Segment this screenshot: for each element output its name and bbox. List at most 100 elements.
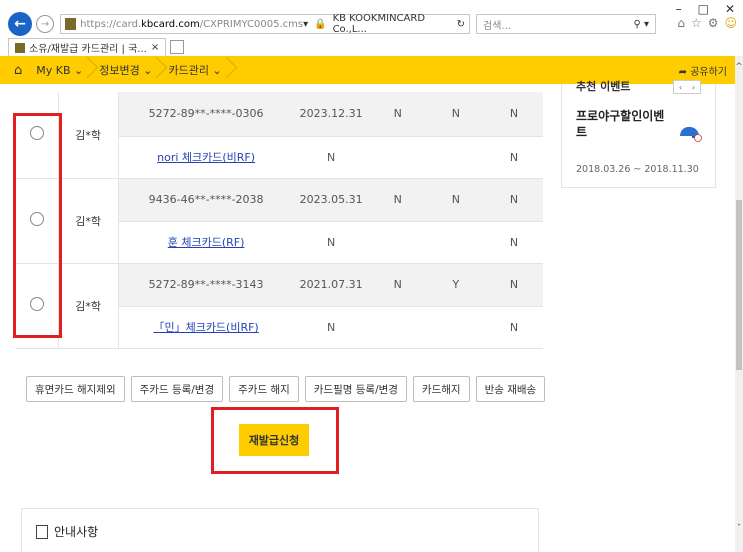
table-row: 김*학 5272-89**-****-3143 2021.07.31 N Y N xyxy=(16,263,543,349)
card-action-buttons: 휴면카드 해지제외 주카드 등록/변경 주카드 해지 카드필명 등록/변경 카드… xyxy=(26,376,546,402)
card-product-cell: 훈 체크카드(RF) xyxy=(118,221,294,264)
notice-header[interactable]: 안내사항 xyxy=(36,523,98,540)
url-host: kbcard.com xyxy=(141,18,200,30)
card-number: 5272-89**-****-0306 xyxy=(118,92,294,137)
breadcrumb-label: 정보변경 xyxy=(99,64,140,77)
favorites-star-icon[interactable]: ☆ xyxy=(691,16,702,30)
breadcrumb-info-change[interactable]: 정보변경 ⌄ xyxy=(95,56,164,84)
share-label: 공유하기 xyxy=(690,66,727,78)
prev-arrow-icon[interactable]: ‹ xyxy=(679,83,682,92)
tab-close-icon[interactable]: × xyxy=(151,42,159,53)
card-flag xyxy=(368,136,427,179)
card-number: 5272-89**-****-3143 xyxy=(118,263,294,307)
card-product-cell: nori 체크카드(비RF) xyxy=(118,136,294,179)
search-placeholder: 검색... xyxy=(483,20,511,32)
card-number: 9436-46**-****-2038 xyxy=(118,178,294,222)
card-flag: N xyxy=(484,221,543,264)
new-tab-icon[interactable] xyxy=(170,40,185,54)
search-icon[interactable]: ⚲ ▾ xyxy=(633,19,649,30)
tab-favicon-icon xyxy=(15,42,25,53)
card-product-link[interactable]: 「민」체크카드(비RF) xyxy=(153,321,258,334)
card-sub-expiry: N xyxy=(293,136,369,179)
main-card-cancel-button[interactable]: 주카드 해지 xyxy=(229,376,299,402)
card-flag: N xyxy=(426,92,485,137)
card-product-link[interactable]: 훈 체크카드(RF) xyxy=(168,236,245,249)
card-flag: N xyxy=(426,178,485,222)
card-flag: N xyxy=(484,178,543,222)
refresh-icon[interactable]: ↻ xyxy=(457,19,465,30)
document-icon xyxy=(36,524,48,539)
back-arrow-icon[interactable]: ← xyxy=(8,12,32,36)
breadcrumb-label: 카드관리 xyxy=(168,64,209,77)
reissue-highlight-box: 재발급신청 xyxy=(211,407,339,474)
card-flag xyxy=(426,221,485,264)
scroll-up-icon[interactable]: ^ xyxy=(735,62,743,72)
promo-header: 추천 이벤트 xyxy=(576,80,631,93)
lock-icon[interactable]: 🔒 xyxy=(314,19,326,30)
browser-chrome: ← → https://card. kbcard.com/CXPRIMYC0005… xyxy=(0,0,743,56)
cert-label[interactable]: KB KOOKMINCARD Co.,L... xyxy=(333,13,451,35)
breadcrumb-label: My KB xyxy=(36,63,71,77)
card-product-cell: 「민」체크카드(비RF) xyxy=(118,306,294,349)
card-flag: Y xyxy=(426,263,485,307)
card-sub-expiry: N xyxy=(293,306,369,349)
radio-highlight-box xyxy=(13,113,62,338)
url-prefix: https://card. xyxy=(80,18,142,30)
card-list-table: 김*학 5272-89**-****-0306 2023.12.31 N N N… xyxy=(16,92,543,349)
card-flag: N xyxy=(368,92,427,137)
home-icon[interactable]: ⌂ xyxy=(14,63,22,78)
card-flag xyxy=(426,306,485,349)
owner-name: 김*학 xyxy=(58,92,119,179)
breadcrumb-card-management[interactable]: 카드관리 ⌄ xyxy=(164,56,233,84)
notice-label: 안내사항 xyxy=(54,525,99,539)
promo-event-title[interactable]: 프로야구할인이벤트 xyxy=(576,108,666,140)
card-flag: N xyxy=(368,178,427,222)
url-path: /CXPRIMYC0005.cms xyxy=(199,18,304,30)
browser-tab[interactable]: 소유/재발급 카드관리 | 국... × xyxy=(8,38,167,56)
forward-arrow-icon[interactable]: → xyxy=(36,15,54,33)
address-bar[interactable]: https://card. kbcard.com/CXPRIMYC0005.cms… xyxy=(60,13,470,35)
card-flag xyxy=(368,221,427,264)
address-tools: ▾ 🔒 KB KOOKMINCARD Co.,L... ↻ xyxy=(303,13,465,35)
card-flag: N xyxy=(484,263,543,307)
card-product-link[interactable]: nori 체크카드(비RF) xyxy=(157,151,255,164)
card-flag: N xyxy=(484,136,543,179)
card-cancel-button[interactable]: 카드해지 xyxy=(412,376,470,402)
home-icon[interactable]: ⌂ xyxy=(677,16,685,30)
recommended-event-panel: 추천 이벤트 ‹ › 프로야구할인이벤트 2018.03.26 ~ 2018.1… xyxy=(561,80,716,188)
scrollbar-thumb[interactable] xyxy=(736,200,742,370)
window-controls: – □ ✕ xyxy=(676,2,735,16)
notice-section: 안내사항 xyxy=(21,508,539,552)
tab-strip: 소유/재발급 카드관리 | 국... × xyxy=(8,38,185,56)
breadcrumb-mykb[interactable]: My KB ⌄ xyxy=(32,56,95,84)
card-sub-expiry: N xyxy=(293,221,369,264)
settings-gear-icon[interactable]: ⚙ xyxy=(708,16,719,30)
close-icon[interactable]: ✕ xyxy=(725,2,735,16)
card-expiry: 2021.07.31 xyxy=(293,263,369,307)
next-arrow-icon[interactable]: › xyxy=(692,83,695,92)
scroll-down-icon[interactable]: ˇ xyxy=(735,524,743,534)
dormant-exclusion-button[interactable]: 휴면카드 해지제외 xyxy=(26,376,125,402)
card-expiry: 2023.05.31 xyxy=(293,178,369,222)
card-flag xyxy=(426,136,485,179)
minimize-icon[interactable]: – xyxy=(676,2,682,16)
smiley-feedback-icon[interactable]: ☺ xyxy=(724,16,737,30)
promo-pager[interactable]: ‹ › xyxy=(673,80,701,94)
browser-search-input[interactable]: 검색... ⚲ ▾ xyxy=(476,14,656,34)
site-favicon-icon xyxy=(65,18,77,30)
card-flag: N xyxy=(368,263,427,307)
card-signature-register-button[interactable]: 카드필명 등록/변경 xyxy=(304,376,407,402)
owner-name: 김*학 xyxy=(58,178,119,264)
share-button[interactable]: ➦ 공유하기 xyxy=(679,63,727,78)
tab-title: 소유/재발급 카드관리 | 국... xyxy=(29,44,147,55)
main-card-register-button[interactable]: 주카드 등록/변경 xyxy=(130,376,224,402)
card-flag: N xyxy=(484,306,543,349)
maximize-icon[interactable]: □ xyxy=(698,2,709,16)
dropdown-icon[interactable]: ▾ xyxy=(303,19,308,30)
card-flag xyxy=(368,306,427,349)
card-expiry: 2023.12.31 xyxy=(293,92,369,137)
owner-name: 김*학 xyxy=(58,263,119,349)
reissue-request-button[interactable]: 재발급신청 xyxy=(239,424,309,456)
return-redelivery-button[interactable]: 반송 재배송 xyxy=(475,376,546,402)
browser-toolbar-icons: ⌂ ☆ ⚙ ☺ xyxy=(677,16,737,30)
